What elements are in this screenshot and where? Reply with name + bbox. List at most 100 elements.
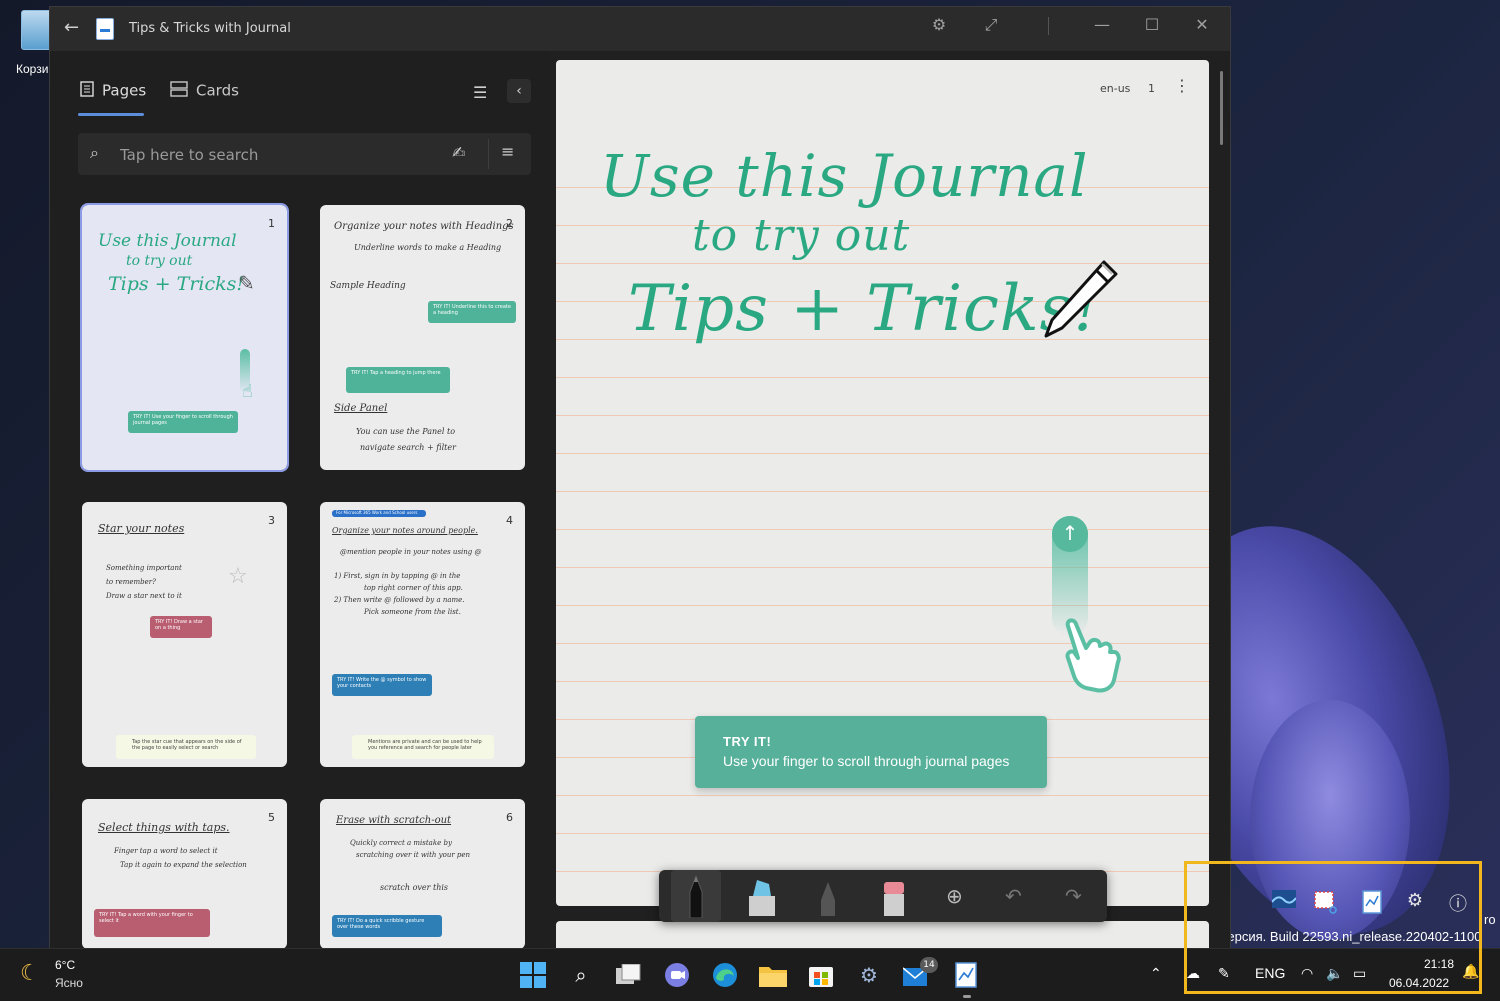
weather-temperature[interactable]: 6°C (55, 958, 75, 972)
thumbnail-text: Finger tap a word to select it (114, 847, 218, 855)
help-icon[interactable]: ⓘ (1444, 890, 1472, 916)
settings-taskbar-icon[interactable]: ⚙ (853, 959, 885, 991)
page-scrollbar[interactable] (1220, 71, 1223, 145)
cards-icon (170, 81, 188, 101)
journal-app-icon (96, 18, 114, 40)
tab-cards[interactable]: Cards (170, 81, 239, 101)
start-button[interactable] (517, 959, 549, 991)
edge-browser-icon[interactable] (709, 959, 741, 991)
thumbnail-text: Select things with taps. (98, 821, 230, 834)
minimize-icon[interactable]: — (1087, 15, 1117, 34)
thumbnail-text: @mention people in your notes using @ (340, 548, 482, 556)
page-thumbnail-1[interactable]: 1 Use this Journal to try out Tips + Tri… (80, 203, 289, 472)
tab-cards-label: Cards (196, 81, 239, 100)
window-title: Tips & Tricks with Journal (129, 21, 291, 36)
notifications-bell-icon[interactable]: 🔔 (1462, 963, 1479, 980)
weather-status[interactable]: Ясно (55, 976, 83, 990)
eraser-icon (884, 882, 904, 916)
thumbnail-text: to remember? (106, 578, 156, 586)
volume-icon[interactable]: 🔈 (1326, 965, 1343, 982)
ink-toolbar: ⊕ ↶ ↷ (659, 870, 1107, 922)
collapse-panel-button[interactable]: ‹ (507, 79, 531, 103)
settings-gear-icon[interactable]: ⚙ (1401, 890, 1429, 916)
tab-pages[interactable]: Pages (80, 81, 146, 101)
teams-chat-icon[interactable] (661, 959, 693, 991)
thumbnail-text: Organize your notes around people. (332, 526, 478, 535)
search-input[interactable] (118, 141, 442, 169)
fullscreen-icon[interactable]: ⤢ (976, 15, 1006, 35)
try-it-title: TRY IT! (723, 734, 772, 749)
pen-tool[interactable] (671, 870, 721, 922)
page-thumbnail-2[interactable]: 2 Organize your notes with Headings Unde… (320, 205, 525, 470)
onedrive-cloud-icon[interactable]: ☁ (1186, 965, 1200, 982)
thumbnail-number: 3 (268, 514, 275, 527)
thumbnail-text: to try out (126, 253, 193, 269)
pencil-tool[interactable] (803, 870, 853, 922)
page-number: 1 (1148, 82, 1155, 95)
thumbnail-text: Something important (106, 564, 182, 572)
task-view-icon[interactable] (613, 959, 645, 991)
pencil-tool-icon (821, 882, 835, 916)
journal-tray-icon[interactable] (1358, 890, 1386, 916)
multi-select-icon[interactable]: ☰ (473, 83, 487, 102)
tab-pages-label: Pages (102, 81, 147, 100)
tip-box: Tap the star cue that appears on the sid… (116, 735, 256, 759)
try-it-text: Use your finger to scroll through journa… (723, 753, 1010, 769)
input-language[interactable]: ENG (1255, 965, 1285, 981)
journal-page[interactable]: en-us 1 ⋮ Use this Journal to try out Ti… (556, 60, 1209, 906)
thumbnail-number: 5 (268, 811, 275, 824)
pen-tool-icon (689, 876, 703, 918)
back-arrow-icon[interactable]: ← (64, 17, 79, 38)
file-explorer-icon[interactable] (757, 959, 789, 991)
next-journal-page[interactable] (556, 921, 1209, 949)
thumbnail-text: Tap it again to expand the selection (120, 861, 247, 869)
clock-date[interactable]: 06.04.2022 (1389, 976, 1449, 990)
search-taskbar-icon[interactable]: ⌕ (565, 959, 597, 991)
pen-menu-icon[interactable]: ✎ (1218, 965, 1230, 982)
snipping-tool-icon[interactable] (1312, 890, 1340, 916)
notification-count-badge: 14 (920, 957, 938, 973)
wave-app-icon[interactable] (1270, 890, 1298, 916)
m365-banner: For Microsoft 365 Work and School users (332, 510, 426, 517)
search-box: ⌕ ✍ ≡ (78, 133, 531, 175)
page-thumbnail-4[interactable]: For Microsoft 365 Work and School users … (320, 502, 525, 767)
tip-box: Mentions are private and can be used to … (352, 735, 494, 759)
thumbnail-text: Erase with scratch-out (336, 815, 452, 826)
close-icon[interactable]: ✕ (1187, 15, 1217, 34)
maximize-icon[interactable]: ☐ (1137, 15, 1167, 34)
thumbnail-text: Star your notes (98, 522, 185, 535)
try-it-chip: TRY IT! Tap a word with your finger to s… (94, 909, 210, 937)
highlighter-tool[interactable] (737, 870, 787, 922)
page-thumbnail-6[interactable]: 6 Erase with scratch-out Quickly correct… (320, 799, 525, 949)
add-icon[interactable]: ⊕ (946, 884, 963, 908)
try-it-chip: TRY IT! Underline this to create a headi… (428, 301, 516, 323)
thumbnail-text: Pick someone from the list. (364, 608, 461, 616)
page-thumbnail-5[interactable]: 5 Select things with taps. Finger tap a … (82, 799, 287, 949)
battery-icon[interactable]: ▭ (1353, 965, 1366, 982)
page-thumbnail-3[interactable]: 3 Star your notes Something important to… (82, 502, 287, 767)
tray-overflow-icons: ⚙ ⓘ (1258, 876, 1480, 932)
filter-icon[interactable]: ≡ (501, 142, 514, 161)
undo-icon[interactable]: ↶ (1005, 884, 1022, 908)
moon-icon[interactable]: ☾ (20, 961, 40, 986)
thumbnail-text: scratching over it with your pen (356, 851, 471, 859)
ink-search-icon[interactable]: ✍ (452, 143, 465, 162)
show-hidden-icons-chevron-up-icon[interactable]: ⌃ (1150, 965, 1162, 982)
thumbnail-text: 2) Then write @ followed by a name. (334, 596, 465, 604)
clock-time[interactable]: 21:18 (1424, 957, 1454, 971)
thumbnail-text: Organize your notes with Headings (334, 221, 514, 232)
wifi-icon[interactable]: ◠ (1301, 965, 1313, 982)
try-it-chip: TRY IT! Use your finger to scroll throug… (128, 411, 238, 433)
redo-icon[interactable]: ↷ (1065, 884, 1082, 908)
pencil-icon (1044, 260, 1118, 338)
more-options-icon[interactable]: ⋮ (1174, 76, 1190, 95)
settings-gear-icon[interactable]: ⚙ (924, 15, 954, 34)
thumbnail-text: Side Panel (334, 403, 388, 414)
eraser-tool[interactable] (869, 870, 919, 922)
microsoft-store-icon[interactable] (805, 959, 837, 991)
journal-taskbar-icon[interactable] (950, 959, 982, 991)
search-divider (488, 139, 489, 169)
taskbar: ☾ 6°C Ясно ⌕ ⚙ 14 ⌃ ☁ ✎ ENG ◠ 🔈 ▭ 21:18 … (0, 948, 1500, 1001)
thumbnail-text: You can use the Panel to (356, 427, 456, 436)
thumbnail-text: Use this Journal (98, 231, 237, 251)
